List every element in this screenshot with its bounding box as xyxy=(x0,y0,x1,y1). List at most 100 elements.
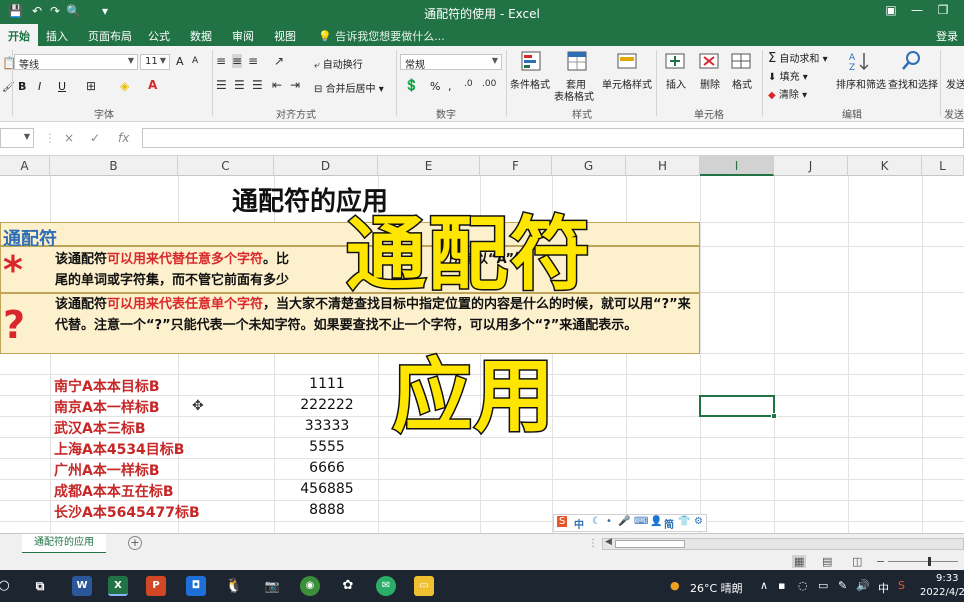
scrollbar-thumb[interactable] xyxy=(615,540,685,548)
indent-decrease-icon[interactable]: ⇤ xyxy=(272,78,282,92)
wrap-text-button[interactable]: ⤶ 自动换行 xyxy=(314,56,363,71)
zoom-slider-knob[interactable] xyxy=(928,557,931,566)
selected-cell[interactable] xyxy=(699,395,777,419)
font-size-select[interactable]: 11 ▼ xyxy=(140,54,170,70)
sort-filter-button[interactable]: 排序和筛选 xyxy=(836,76,886,91)
normal-view-icon[interactable]: ▦ xyxy=(792,555,807,568)
number-format-select[interactable]: 常规 ▼ xyxy=(400,54,502,71)
cell-style-icon[interactable] xyxy=(616,50,638,72)
tab-data[interactable]: 数据 xyxy=(190,28,212,44)
comma-button[interactable]: , xyxy=(448,80,452,93)
table-cell-name[interactable]: 南宁A本本目标B xyxy=(54,376,160,396)
table-cell-name[interactable]: 成都A本本五在标B xyxy=(54,481,174,501)
insert-button[interactable]: 插入 xyxy=(666,76,686,91)
tab-formulas[interactable]: 公式 xyxy=(148,28,170,44)
zoom-out-icon[interactable]: − xyxy=(876,555,885,568)
table-cell-value[interactable]: 222222 xyxy=(276,397,378,413)
clock-date[interactable]: 2022/4/2 xyxy=(920,587,964,598)
taskbar-ime[interactable]: 中 xyxy=(878,580,889,596)
delete-cells-icon[interactable] xyxy=(698,50,720,72)
sogou-icon[interactable]: S xyxy=(898,579,905,592)
network-icon[interactable]: ▭ xyxy=(818,579,828,592)
table-cell-value[interactable]: 8888 xyxy=(276,502,378,518)
find-icon[interactable] xyxy=(900,50,922,72)
zoom-slider[interactable] xyxy=(888,557,958,566)
decimal-decrease-icon[interactable]: .00 xyxy=(482,79,496,89)
column-header-f[interactable]: F xyxy=(480,156,552,176)
align-top-icon[interactable]: ≡ xyxy=(216,54,226,68)
store-icon[interactable]: ◘ xyxy=(186,576,206,596)
gear-app-icon[interactable]: ✿ xyxy=(338,576,358,596)
folder-icon[interactable]: ▭ xyxy=(414,576,434,596)
tab-review[interactable]: 审阅 xyxy=(232,28,254,44)
table-format-icon[interactable] xyxy=(566,50,588,72)
ribbon-display-icon[interactable]: ▣ xyxy=(878,3,904,17)
column-header-e[interactable]: E xyxy=(378,156,480,176)
align-center-icon[interactable]: ☰ xyxy=(234,78,245,92)
camera-icon[interactable]: 📷 xyxy=(262,576,282,596)
enter-icon[interactable]: ✓ xyxy=(90,131,100,145)
column-header-c[interactable]: C xyxy=(178,156,274,176)
punctuation-icon[interactable]: • xyxy=(606,516,612,527)
indent-increase-icon[interactable]: ⇥ xyxy=(290,78,300,92)
column-header-a[interactable]: A xyxy=(0,156,50,176)
table-cell-value[interactable]: 33333 xyxy=(276,418,378,434)
table-cell-value[interactable]: 1111 xyxy=(276,376,378,392)
pen-icon[interactable]: ✎ xyxy=(838,579,847,592)
ime-simplified[interactable]: 简 xyxy=(664,516,674,531)
column-header-j[interactable]: J xyxy=(774,156,848,176)
border-icon[interactable]: ⊞ xyxy=(86,79,96,93)
user-icon[interactable]: 👤 xyxy=(650,516,662,527)
fill-color-icon[interactable]: ◈ xyxy=(120,79,129,93)
align-left-icon[interactable]: ☰ xyxy=(216,78,227,92)
delete-button[interactable]: 删除 xyxy=(700,76,720,91)
excel-icon[interactable]: X xyxy=(108,576,128,596)
font-grow-button[interactable]: A xyxy=(176,55,184,68)
format-button[interactable]: 格式 xyxy=(732,76,752,91)
merge-center-button[interactable]: ⊟ 合并后居中 ▾ xyxy=(314,80,384,95)
browser-icon[interactable]: ◉ xyxy=(300,576,320,596)
sheet-tab-active[interactable]: 通配符的应用 xyxy=(22,534,106,554)
font-color-icon[interactable]: A xyxy=(148,78,157,92)
ime-lang[interactable]: 中 xyxy=(574,516,584,531)
column-header-h[interactable]: H xyxy=(626,156,700,176)
tab-home[interactable]: 开始 xyxy=(0,24,38,46)
mic-icon[interactable]: 🎤 xyxy=(618,516,630,527)
add-sheet-button[interactable]: + xyxy=(128,536,142,550)
table-cell-name[interactable]: 广州A本一样标B xyxy=(54,460,160,480)
wechat-icon[interactable]: ✉ xyxy=(376,576,396,596)
tell-me-search[interactable]: 💡 告诉我您想要做什么... xyxy=(318,28,445,44)
tray-app-icon[interactable]: ▪ xyxy=(778,579,785,592)
autosum-button[interactable]: Σ 自动求和 ▾ xyxy=(768,50,828,66)
send-button[interactable]: 发送 xyxy=(946,76,964,91)
shirt-icon[interactable]: 👕 xyxy=(678,516,690,527)
insert-cells-icon[interactable] xyxy=(664,50,686,72)
column-header-g[interactable]: G xyxy=(552,156,626,176)
moon-icon[interactable]: ☾ xyxy=(592,516,601,527)
table-cell-name[interactable]: 长沙A本5645477标B xyxy=(54,502,200,522)
scroll-left-icon[interactable]: ◀ xyxy=(605,537,612,547)
formula-input[interactable] xyxy=(142,128,964,148)
insert-function-icon[interactable]: fx xyxy=(118,131,129,145)
align-middle-icon[interactable]: ≡ xyxy=(232,54,243,68)
column-header-l[interactable]: L xyxy=(922,156,964,176)
powerpoint-icon[interactable]: P xyxy=(146,576,166,596)
word-icon[interactable]: W xyxy=(72,576,92,596)
tray-app-icon[interactable]: ◌ xyxy=(798,579,808,592)
cell-style-button[interactable]: 单元格样式 xyxy=(602,76,652,91)
find-select-button[interactable]: 查找和选择 xyxy=(888,76,938,91)
clear-button[interactable]: ◆ 清除 ▾ xyxy=(768,86,807,101)
table-cell-value[interactable]: 6666 xyxy=(276,460,378,476)
font-name-select[interactable]: 等线 ▼ xyxy=(14,54,138,71)
name-box[interactable]: ▼ xyxy=(0,128,34,148)
table-cell-value[interactable]: 5555 xyxy=(276,439,378,455)
table-cell-name[interactable]: 南京A本一样标B xyxy=(54,397,160,417)
font-shrink-button[interactable]: A xyxy=(192,56,198,66)
clock-time[interactable]: 9:33 xyxy=(936,573,958,584)
horizontal-scrollbar[interactable]: ◀ xyxy=(602,537,964,550)
column-header-k[interactable]: K xyxy=(848,156,922,176)
sort-filter-icon[interactable]: AZ xyxy=(848,50,870,73)
tab-view[interactable]: 视图 xyxy=(274,28,296,44)
conditional-format-button[interactable]: 条件格式 xyxy=(510,76,550,91)
tray-chevron-icon[interactable]: ∧ xyxy=(760,579,768,592)
